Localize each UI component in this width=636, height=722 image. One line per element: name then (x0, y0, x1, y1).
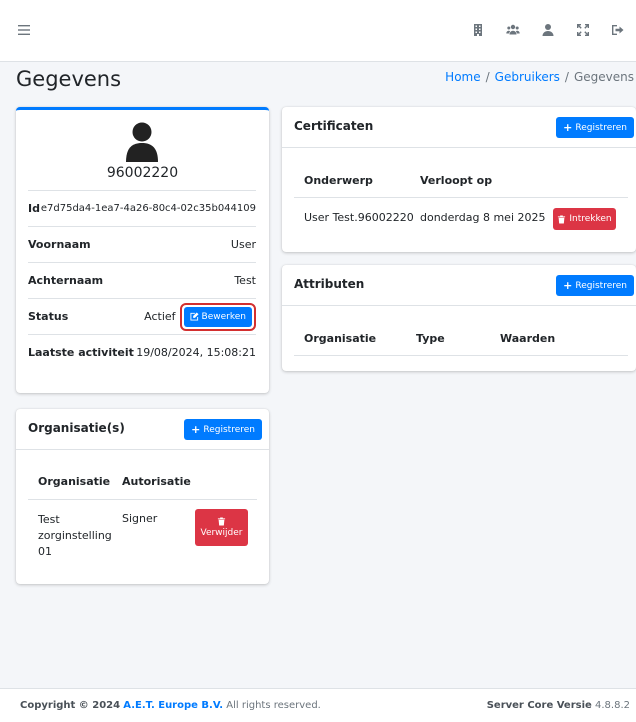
authorisation-value: Signer (122, 512, 158, 525)
table-divider (294, 355, 628, 356)
register-certificate-button[interactable]: + Registreren (556, 117, 634, 138)
organisation-name-line: zorginstelling (38, 529, 112, 542)
organisations-card: Organisatie(s) + Registreren Organisatie… (16, 409, 269, 584)
avatar-icon (126, 122, 158, 162)
hamburger-icon[interactable] (12, 18, 36, 42)
copyright-text: Copyright © 2024 (20, 700, 121, 711)
trash-icon (558, 214, 566, 224)
card-title: Certificaten (294, 119, 374, 133)
delete-button-label: Verwijder (200, 528, 243, 538)
user-name: 96002220 (106, 165, 179, 181)
card-title: Attributen (294, 277, 365, 291)
breadcrumb: Home / Gebruikers / Gegevens (445, 70, 634, 84)
column-header: Organisatie (38, 475, 111, 488)
property-row-status: Status Actief Bewerken (28, 298, 256, 334)
property-label: Laatste activiteit (28, 346, 134, 359)
property-label: Voornaam (28, 238, 91, 251)
building-icon[interactable] (466, 18, 490, 42)
expand-icon[interactable] (571, 18, 595, 42)
logout-icon[interactable] (606, 18, 630, 42)
rights-text: All rights reserved. (226, 700, 321, 711)
column-header: Onderwerp (304, 174, 373, 187)
version-label: Server Core Versie (486, 700, 592, 711)
property-value: e7d75da4-1ea7-4a26-80c4-02c35b044109 (40, 203, 256, 214)
card-header: Organisatie(s) + Registreren (16, 409, 269, 450)
property-label: Id (28, 202, 40, 215)
property-row-first-name: Voornaam User (28, 226, 256, 262)
revoke-button-label: Intrekken (569, 214, 612, 224)
table-divider (28, 499, 257, 500)
breadcrumb-current: Gegevens (573, 70, 634, 84)
property-label: Achternaam (28, 274, 104, 287)
plus-icon: + (563, 279, 573, 292)
column-header: Verloopt op (420, 174, 493, 187)
property-value: User (230, 238, 256, 251)
column-header: Autorisatie (122, 475, 191, 488)
register-attribute-button[interactable]: + Registreren (556, 275, 634, 296)
breadcrumb-home[interactable]: Home (445, 70, 480, 84)
top-navbar (0, 0, 636, 62)
footer-version: Server Core Versie 4.8.8.2 (487, 700, 630, 711)
edit-button-label: Bewerken (201, 311, 246, 322)
users-icon[interactable] (501, 18, 525, 42)
organisation-name-line: Test (38, 513, 60, 526)
user-icon[interactable] (536, 18, 560, 42)
column-header: Type (416, 332, 445, 345)
edit-icon (189, 312, 199, 321)
certificate-subject: User Test.96002220 (304, 211, 414, 224)
profile-card: 96002220 Id e7d75da4-1ea7-4a26-80c4-02c3… (16, 107, 269, 393)
edit-button[interactable]: Bewerken (183, 306, 252, 327)
footer: Copyright © 2024 A.E.T. Europe B.V. All … (0, 688, 636, 722)
page-title: Gegevens (16, 67, 122, 91)
plus-icon: + (563, 121, 573, 134)
column-header: Waarden (500, 332, 556, 345)
breadcrumb-users[interactable]: Gebruikers (495, 70, 560, 84)
property-row-last-activity: Laatste activiteit 19/08/2024, 15:08:21 (28, 334, 256, 370)
register-button-label: Registreren (203, 424, 255, 435)
property-value: 19/08/2024, 15:08:21 (136, 346, 256, 359)
register-button-label: Registreren (575, 280, 627, 291)
plus-icon: + (191, 423, 201, 436)
brand-link[interactable]: A.E.T. Europe B.V. (123, 700, 223, 711)
trash-icon (217, 517, 226, 526)
column-header: Organisatie (304, 332, 377, 345)
card-title: Organisatie(s) (28, 421, 125, 435)
register-organisation-button[interactable]: + Registreren (184, 419, 262, 440)
table-divider (294, 197, 628, 198)
attributes-card: Attributen + Registreren Organisatie Typ… (282, 265, 636, 371)
edit-highlight: Bewerken (179, 302, 256, 331)
organisation-name: Test zorginstelling 01 (38, 512, 112, 560)
version-number: 4.8.8.2 (595, 700, 630, 711)
organisation-name-line: 01 (38, 545, 52, 558)
card-header: Attributen + Registreren (282, 265, 636, 306)
breadcrumb-separator: / (485, 70, 490, 84)
property-label: Status (28, 310, 69, 323)
register-button-label: Registreren (575, 122, 627, 133)
property-row-last-name: Achternaam Test (28, 262, 256, 298)
delete-organisation-button[interactable]: Verwijder (195, 509, 248, 546)
certificates-card: Certificaten + Registreren Onderwerp Ver… (282, 107, 636, 252)
status-value: Actief (144, 310, 176, 323)
property-row-id: Id e7d75da4-1ea7-4a26-80c4-02c35b044109 (28, 190, 256, 226)
property-value: Test (234, 274, 256, 287)
revoke-certificate-button[interactable]: Intrekken (553, 208, 616, 230)
card-header: Certificaten + Registreren (282, 107, 636, 148)
certificate-expiry: donderdag 8 mei 2025 (420, 211, 546, 224)
breadcrumb-separator: / (564, 70, 569, 84)
footer-copyright: Copyright © 2024 A.E.T. Europe B.V. All … (20, 700, 321, 711)
